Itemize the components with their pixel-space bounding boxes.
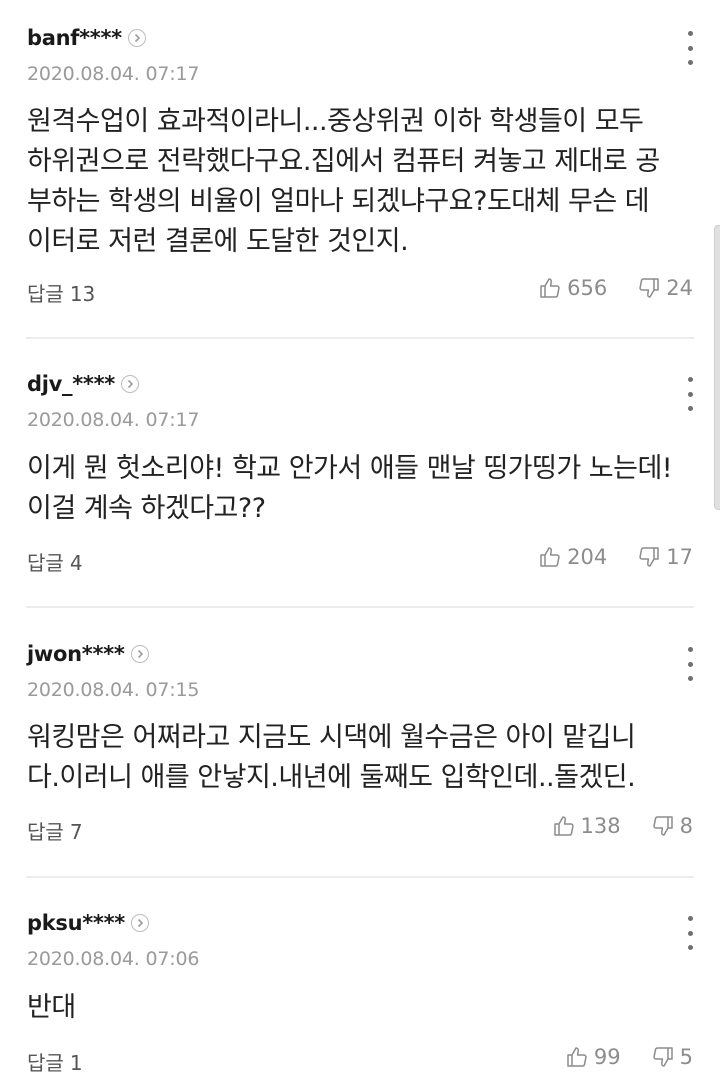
scrollbar[interactable]: [714, 225, 720, 510]
author-name[interactable]: banf****: [27, 26, 122, 50]
thumbs-up-icon: [540, 278, 560, 298]
dislike-button[interactable]: 17: [637, 545, 693, 569]
like-count: 138: [580, 814, 621, 838]
reply-count: 4: [69, 551, 83, 575]
reply-button[interactable]: 답글 13: [27, 278, 95, 307]
author-name[interactable]: jwon****: [27, 642, 125, 666]
dislike-count: 17: [666, 545, 693, 569]
author-row: jwon****: [27, 642, 149, 666]
thumbs-up-icon: [567, 1047, 587, 1067]
reaction-group: 656 24: [538, 276, 693, 300]
reaction-group: 99 5: [565, 1045, 693, 1069]
reaction-group: 204 17: [538, 545, 693, 569]
comment-text: 워킹맘은 어쩌라고 지금도 시댁에 월수금은 아이 맡깁니 다.이러니 애를 안…: [27, 722, 636, 793]
reply-button[interactable]: 답글 4: [27, 547, 83, 576]
dislike-count: 5: [679, 1045, 693, 1069]
reply-button[interactable]: 답글 1: [27, 1047, 83, 1076]
comment-date: 2020.08.04. 07:15: [27, 679, 200, 701]
chevron-right-icon[interactable]: [127, 29, 146, 47]
comment-date: 2020.08.04. 07:06: [27, 948, 200, 970]
like-count: 99: [593, 1045, 621, 1069]
reply-count: 7: [69, 820, 83, 844]
reply-button[interactable]: 답글 7: [27, 816, 83, 845]
divider: [26, 337, 694, 339]
like-button[interactable]: 656: [538, 276, 607, 300]
reply-label: 답글: [27, 1051, 64, 1075]
dislike-button[interactable]: 8: [651, 814, 693, 838]
dislike-button[interactable]: 5: [651, 1045, 693, 1069]
like-button[interactable]: 138: [552, 814, 621, 838]
reply-label: 답글: [27, 282, 64, 306]
comment-text: 이게 뭔 헛소리야! 학교 안가서 애들 맨날 띵가띵가 노는데! 이걸 계속 …: [27, 453, 673, 524]
comment-text: 반대: [27, 992, 76, 1023]
chevron-right-icon[interactable]: [120, 375, 139, 393]
more-options-icon[interactable]: [680, 916, 700, 950]
dislike-count: 24: [666, 276, 693, 300]
thumbs-down-icon: [652, 816, 673, 836]
reply-label: 답글: [27, 820, 64, 844]
author-row: djv_****: [27, 372, 139, 396]
more-options-icon[interactable]: [680, 31, 700, 65]
author-name[interactable]: djv_****: [27, 372, 115, 396]
comment-date: 2020.08.04. 07:17: [27, 409, 200, 431]
divider: [26, 606, 694, 608]
thumbs-up-icon: [540, 547, 560, 567]
comment-text: 원격수업이 효과적이라니...중상위권 이하 학생들이 모두 하위권으로 전락했…: [27, 106, 660, 257]
dislike-button[interactable]: 24: [637, 276, 693, 300]
author-row: pksu****: [27, 911, 149, 935]
more-options-icon[interactable]: [680, 647, 700, 681]
reply-count: 1: [69, 1051, 83, 1075]
reply-count: 13: [69, 282, 96, 306]
dislike-count: 8: [679, 814, 693, 838]
divider: [26, 876, 694, 878]
thumbs-down-icon: [639, 278, 660, 298]
like-count: 656: [567, 276, 608, 300]
chevron-right-icon[interactable]: [130, 645, 149, 663]
author-row: banf****: [27, 26, 146, 50]
thumbs-down-icon: [639, 547, 660, 567]
like-count: 204: [567, 545, 608, 569]
like-button[interactable]: 204: [538, 545, 607, 569]
author-name[interactable]: pksu****: [27, 911, 125, 935]
more-options-icon[interactable]: [680, 377, 700, 411]
reaction-group: 138 8: [552, 814, 693, 838]
comment-date: 2020.08.04. 07:17: [27, 63, 200, 85]
thumbs-up-icon: [553, 816, 574, 836]
like-button[interactable]: 99: [565, 1045, 621, 1069]
thumbs-down-icon: [652, 1047, 673, 1067]
reply-label: 답글: [27, 551, 64, 575]
chevron-right-icon[interactable]: [130, 914, 149, 932]
